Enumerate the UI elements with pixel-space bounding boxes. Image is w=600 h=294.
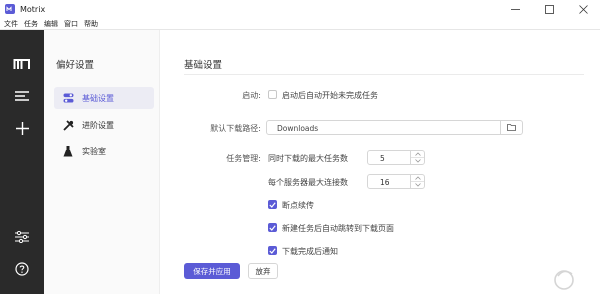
subnav-item-label: 实验室 <box>82 146 106 156</box>
notify-option-label: 下载完成后通知 <box>282 247 338 256</box>
download-path-input[interactable]: Downloads <box>266 120 523 135</box>
subnav-item-basic[interactable]: 基础设置 <box>54 87 154 109</box>
resume-option-label: 断点续传 <box>282 201 314 210</box>
flask-icon <box>62 145 74 157</box>
tools-icon <box>62 119 74 131</box>
toggle-icon <box>62 92 74 104</box>
close-button[interactable] <box>566 0 600 18</box>
section-title: 基础设置 <box>184 60 223 71</box>
app-logo-icon <box>5 4 15 14</box>
max-tasks-value: 5 <box>380 154 385 163</box>
subnav-item-advanced[interactable]: 进阶设置 <box>54 114 154 136</box>
subnav-title: 偏好设置 <box>56 60 95 71</box>
aside-bar <box>0 30 44 294</box>
menu-help[interactable]: 帮助 <box>84 19 98 29</box>
startup-checkbox[interactable] <box>268 90 277 99</box>
maximize-button[interactable] <box>532 0 566 18</box>
menu-window[interactable]: 窗口 <box>64 19 78 29</box>
max-tasks-stepper[interactable]: 5 <box>367 150 425 165</box>
download-path-label: 默认下载路径: <box>210 124 261 133</box>
main-panel: 基础设置 启动: 启动后自动开始未完成任务 默认下载路径: Downloads … <box>161 30 600 294</box>
folder-icon[interactable] <box>500 121 522 134</box>
download-path-value: Downloads <box>277 124 319 133</box>
max-tasks-label: 同时下载的最大任务数 <box>268 154 348 163</box>
menu-file[interactable]: 文件 <box>4 19 18 29</box>
preferences-subnav: 偏好设置 基础设置 进阶设置 实验室 <box>44 30 160 294</box>
subnav-item-lab[interactable]: 实验室 <box>54 140 154 162</box>
subnav-item-label: 基础设置 <box>82 93 114 103</box>
title-bar: Motrix <box>0 0 600 18</box>
startup-label: 启动: <box>242 91 261 100</box>
minimize-button[interactable] <box>498 0 532 18</box>
menu-bar: 文件 任务 编辑 窗口 帮助 <box>0 18 600 30</box>
subnav-item-label: 进阶设置 <box>82 120 114 130</box>
max-connections-value: 16 <box>380 178 390 187</box>
auto-jump-option-label: 新建任务后自动跳转到下载页面 <box>282 224 394 233</box>
notify-checkbox[interactable] <box>268 246 277 255</box>
max-connections-label: 每个服务器最大连接数 <box>268 178 348 187</box>
menu-list-icon[interactable] <box>12 86 32 106</box>
motrix-logo-icon[interactable] <box>12 54 32 74</box>
task-management-label: 任务管理: <box>226 154 261 163</box>
window-title: Motrix <box>20 4 46 14</box>
max-connections-stepper[interactable]: 16 <box>367 174 425 189</box>
add-icon[interactable] <box>12 118 32 138</box>
resume-checkbox[interactable] <box>268 200 277 209</box>
settings-sliders-icon[interactable] <box>12 227 32 247</box>
menu-task[interactable]: 任务 <box>24 19 38 29</box>
menu-edit[interactable]: 编辑 <box>44 19 58 29</box>
discard-button[interactable]: 放弃 <box>248 263 278 279</box>
help-icon[interactable] <box>12 259 32 279</box>
save-apply-button[interactable]: 保存并应用 <box>184 263 240 279</box>
chevron-down-icon[interactable] <box>411 182 424 189</box>
chevron-down-icon[interactable] <box>411 158 424 165</box>
watermark-logo-icon <box>550 252 598 292</box>
section-divider <box>184 74 584 75</box>
auto-jump-checkbox[interactable] <box>268 223 277 232</box>
startup-option-label: 启动后自动开始未完成任务 <box>282 91 378 100</box>
